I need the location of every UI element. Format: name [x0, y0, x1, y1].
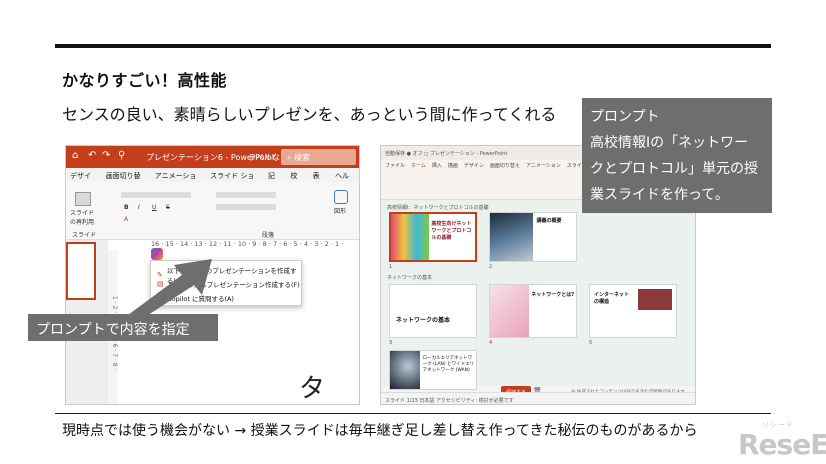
tab-insert[interactable]: 挿入 — [432, 162, 442, 169]
photo-image — [637, 289, 672, 310]
horizontal-ruler: 16 · 15 · 14 · 13 · 12 · 11 · 10 · 9 · 8… — [151, 240, 344, 248]
font-color-button[interactable]: A — [124, 216, 128, 223]
tab-animations[interactable]: アニメーション — [526, 162, 561, 169]
undo-icon[interactable]: ↶ — [88, 150, 96, 161]
alignment-controls[interactable] — [216, 204, 276, 210]
search-box[interactable]: ⌕ 検索 — [281, 149, 356, 165]
tab-transitions[interactable]: 画面切り替え — [490, 162, 520, 169]
bold-button[interactable]: B — [124, 204, 129, 211]
page-subheading: センスの良い、素晴らしいプレゼンを、あっという間に作ってくれる — [62, 105, 557, 124]
pin-icon[interactable]: ⚲ — [118, 150, 125, 161]
prompt-box: プロンプト 高校情報Ⅰの「ネットワー クとプロトコル」単元の授 業スライドを作っ… — [582, 98, 772, 213]
search-icon: ⌕ — [287, 153, 295, 162]
city-image — [490, 213, 533, 261]
tab-home[interactable]: ホーム — [411, 162, 426, 169]
slide-thumbnail[interactable]: ネットワークとは? — [489, 284, 577, 338]
logo: ReseEd — [738, 428, 826, 461]
group-label-slide: スライド — [72, 232, 97, 239]
section-header[interactable]: 高校情報Ⅰ：ネットワークとプロトコルの基礎 — [387, 204, 488, 211]
abstract-image — [490, 285, 529, 337]
ribbon-tabs: デザイン 画面切り替え アニメーション スライド ショー 記録 校閲 表示 ヘル… — [66, 168, 359, 190]
reuse-slides-button[interactable]: スライドの再利用 — [70, 192, 96, 226]
footer-note: 現時点では使う機会がない → 授業スライドは毎年継ぎ足し差し替え作ってきた秘伝の… — [62, 423, 698, 439]
prompt-callout: プロンプトで内容を指定 — [28, 314, 218, 341]
tab-slideshow[interactable]: スライド ショー — [210, 171, 259, 190]
tab-transitions[interactable]: 画面切り替え — [106, 171, 146, 190]
tab-review[interactable]: 校閲 — [290, 171, 303, 190]
slide-title-placeholder[interactable]: タイ — [299, 368, 359, 404]
shape-icon — [334, 190, 348, 204]
slide-sorter: 高校情報Ⅰ：ネットワークとプロトコルの基礎 高校生向けネットワークとプロトコルの… — [381, 200, 695, 390]
slides-icon — [75, 192, 91, 206]
tab-design[interactable]: デザイン — [70, 171, 97, 190]
globe-image — [390, 351, 421, 389]
tab-view[interactable]: 表示 — [313, 171, 326, 190]
underline-button[interactable]: U — [152, 204, 156, 211]
strikethrough-button[interactable]: S — [166, 204, 170, 211]
paragraph-controls[interactable] — [216, 192, 276, 198]
slide-thumbnail[interactable]: 講義の概要 — [489, 212, 577, 262]
redo-icon[interactable]: ↷ — [102, 150, 110, 161]
group-label-paragraph: 段落 — [262, 232, 275, 239]
shape-button[interactable]: 図形 — [334, 190, 348, 215]
tab-help[interactable]: ヘルプ — [335, 171, 355, 190]
slide-thumbnail[interactable]: ネットワークの基本 — [389, 284, 477, 338]
slide-thumbnail[interactable]: ローカルエリアネットワーク (LAN) とワイドエリアネットワーク (WAN) — [389, 350, 477, 390]
section-header[interactable]: ネットワークの基本 — [387, 274, 432, 281]
top-divider — [55, 44, 771, 48]
tab-draw[interactable]: 描画 — [448, 162, 458, 169]
ribbon: スライドの再利用 B I U S A 図形 スライド 段落 — [66, 182, 359, 240]
tab-file[interactable]: ファイル — [385, 162, 405, 169]
slide-thumbnail[interactable]: インターネットの構造 — [589, 284, 677, 338]
search-label: 検索 — [294, 153, 311, 162]
page-heading: かなりすごい！高性能 — [62, 71, 228, 90]
tab-design[interactable]: デザイン — [464, 162, 484, 169]
bottom-divider — [55, 413, 771, 414]
cables-image — [391, 214, 429, 260]
status-bar: スライド 1/23 日本語 アクセシビリティ: 検討が必要です — [381, 392, 695, 404]
titlebar: ⌂ ↶ ↷ ⚲ プレゼンテーション6 - PowerPoint ラベルなし ⌕ … — [66, 146, 359, 168]
italic-button[interactable]: I — [138, 204, 140, 211]
slide-thumbnail[interactable]: 高校生向けネットワークとプロトコルの基礎 — [389, 212, 477, 262]
autosave-icon: ⌂ — [72, 150, 79, 161]
slide-thumbnail-selected[interactable] — [66, 242, 96, 300]
pointer-arrow-icon — [128, 259, 212, 317]
tab-animations[interactable]: アニメーション — [155, 171, 201, 190]
tab-record[interactable]: 記録 — [268, 171, 281, 190]
font-name-field[interactable] — [121, 192, 191, 198]
